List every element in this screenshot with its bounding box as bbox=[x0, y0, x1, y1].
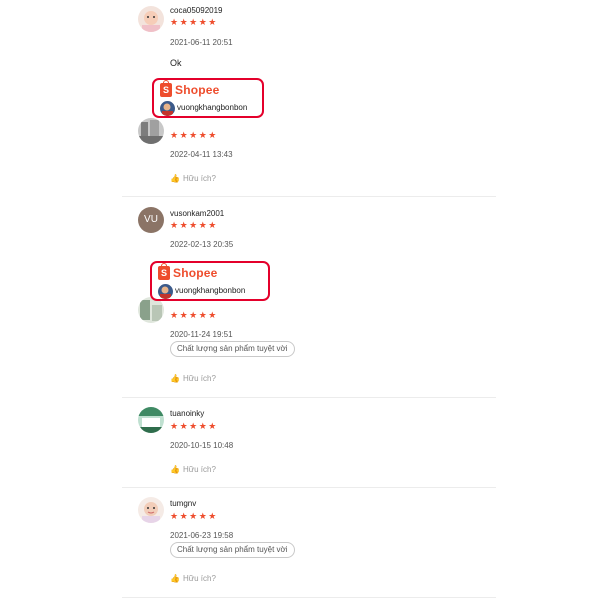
helpful-label: Hữu ích? bbox=[182, 174, 216, 183]
shop-avatar bbox=[160, 101, 175, 116]
shopee-brand: Shopee bbox=[173, 266, 218, 280]
shop-name: vuongkhangbonbon bbox=[175, 286, 246, 295]
review-divider bbox=[122, 597, 496, 598]
helpful-button[interactable]: 👍 Hữu ích? bbox=[170, 465, 216, 474]
avatar[interactable]: VU bbox=[138, 207, 164, 233]
star-rating: ★★★★★ bbox=[170, 310, 218, 320]
shopee-bag-icon: S bbox=[158, 263, 170, 280]
thumbs-up-icon: 👍 bbox=[170, 174, 180, 183]
review-tag: Chất lượng sản phẩm tuyệt vời bbox=[170, 341, 295, 357]
star-rating: ★★★★★ bbox=[170, 220, 218, 230]
avatar[interactable] bbox=[138, 407, 164, 433]
review-divider bbox=[122, 487, 496, 488]
shop-name: vuongkhangbonbon bbox=[177, 103, 248, 112]
star-rating: ★★★★★ bbox=[170, 130, 218, 140]
review-divider bbox=[122, 196, 496, 197]
star-rating: ★★★★★ bbox=[170, 17, 218, 27]
star-rating: ★★★★★ bbox=[170, 511, 218, 521]
review-timestamp: 2020-10-15 10:48 bbox=[170, 441, 234, 450]
avatar[interactable] bbox=[138, 118, 164, 144]
reviewer-username[interactable]: tuanoinky bbox=[170, 409, 204, 418]
helpful-button[interactable]: 👍 Hữu ích? bbox=[170, 174, 216, 183]
reviewer-username[interactable]: coca05092019 bbox=[170, 6, 223, 15]
shopee-logo: S Shopee bbox=[160, 80, 220, 97]
review-timestamp: 2021-06-23 19:58 bbox=[170, 531, 234, 540]
shop-avatar bbox=[158, 284, 173, 299]
thumbs-up-icon: 👍 bbox=[170, 465, 180, 474]
reviewer-username[interactable]: vusonkam2001 bbox=[170, 209, 224, 218]
thumbs-up-icon: 👍 bbox=[170, 374, 180, 383]
review-timestamp: 2022-04-11 13:43 bbox=[170, 150, 233, 159]
shopee-shop-badge: S Shopee vuongkhangbonbon bbox=[152, 78, 264, 118]
review-timestamp: 2021-06-11 20:51 bbox=[170, 38, 233, 47]
avatar[interactable] bbox=[138, 497, 164, 523]
star-rating: ★★★★★ bbox=[170, 421, 218, 431]
shopee-bag-icon: S bbox=[160, 80, 172, 97]
shopee-logo: S Shopee bbox=[158, 263, 218, 280]
thumbs-up-icon: 👍 bbox=[170, 574, 180, 583]
shopee-brand: Shopee bbox=[175, 83, 220, 97]
review-comment: Ok bbox=[170, 58, 182, 68]
helpful-button[interactable]: 👍 Hữu ích? bbox=[170, 374, 216, 383]
review-timestamp: 2022-02-13 20:35 bbox=[170, 240, 234, 249]
review-timestamp: 2020-11-24 19:51 bbox=[170, 330, 233, 339]
reviewer-username[interactable]: tumgnv bbox=[170, 499, 196, 508]
helpful-label: Hữu ích? bbox=[182, 465, 216, 474]
review-tag: Chất lượng sản phẩm tuyệt vời bbox=[170, 542, 295, 558]
avatar[interactable] bbox=[138, 6, 164, 32]
helpful-label: Hữu ích? bbox=[182, 574, 216, 583]
helpful-label: Hữu ích? bbox=[182, 374, 216, 383]
review-divider bbox=[122, 397, 496, 398]
shopee-shop-badge: S Shopee vuongkhangbonbon bbox=[150, 261, 270, 301]
helpful-button[interactable]: 👍 Hữu ích? bbox=[170, 574, 216, 583]
